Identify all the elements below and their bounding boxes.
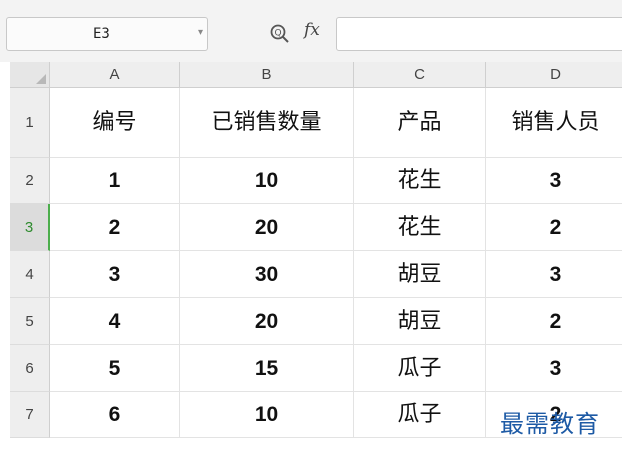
column-header-b[interactable]: B	[180, 62, 354, 88]
cell-d4[interactable]: 3	[486, 251, 622, 298]
select-all-corner[interactable]	[10, 62, 50, 88]
cell-b4[interactable]: 30	[180, 251, 354, 298]
cell-c7[interactable]: 瓜子	[354, 392, 486, 438]
row-header-1[interactable]: 1	[10, 88, 50, 158]
cell-a2[interactable]: 1	[50, 158, 180, 204]
cell-b2[interactable]: 10	[180, 158, 354, 204]
column-header-d[interactable]: D	[486, 62, 622, 88]
cell-a3[interactable]: 2	[50, 204, 180, 251]
cell-c3[interactable]: 花生	[354, 204, 486, 251]
cell-a7[interactable]: 6	[50, 392, 180, 438]
cell-c5[interactable]: 胡豆	[354, 298, 486, 345]
fx-icon[interactable]: fx	[304, 20, 320, 40]
row-header-5[interactable]: 5	[10, 298, 50, 345]
cell-b5[interactable]: 20	[180, 298, 354, 345]
cell-a4[interactable]: 3	[50, 251, 180, 298]
row-header-7[interactable]: 7	[10, 392, 50, 438]
svg-text:Q: Q	[274, 29, 281, 39]
row-header-3[interactable]: 3	[10, 204, 50, 251]
cell-a5[interactable]: 4	[50, 298, 180, 345]
cell-d6[interactable]: 3	[486, 345, 622, 392]
cell-b6[interactable]: 15	[180, 345, 354, 392]
cell-b1[interactable]: 已销售数量	[180, 88, 354, 158]
cell-b7[interactable]: 10	[180, 392, 354, 438]
cell-c6[interactable]: 瓜子	[354, 345, 486, 392]
row-header-4[interactable]: 4	[10, 251, 50, 298]
name-box[interactable]: E3 ▾	[6, 17, 208, 51]
cell-c4[interactable]: 胡豆	[354, 251, 486, 298]
cell-c1[interactable]: 产品	[354, 88, 486, 158]
cell-b3[interactable]: 20	[180, 204, 354, 251]
cell-a6[interactable]: 5	[50, 345, 180, 392]
cell-d2[interactable]: 3	[486, 158, 622, 204]
row-header-6[interactable]: 6	[10, 345, 50, 392]
zoom-icon[interactable]: Q	[268, 22, 292, 46]
formula-bar: E3 ▾ Q fx	[0, 0, 622, 62]
cell-c2[interactable]: 花生	[354, 158, 486, 204]
cell-d3[interactable]: 2	[486, 204, 622, 251]
row-header-2[interactable]: 2	[10, 158, 50, 204]
formula-input[interactable]	[336, 17, 622, 51]
column-header-c[interactable]: C	[354, 62, 486, 88]
name-box-value: E3	[93, 26, 110, 42]
cell-a1[interactable]: 编号	[50, 88, 180, 158]
watermark: 最需教育	[500, 410, 600, 438]
cell-d5[interactable]: 2	[486, 298, 622, 345]
column-header-a[interactable]: A	[50, 62, 180, 88]
chevron-down-icon[interactable]: ▾	[198, 27, 203, 38]
cell-d1[interactable]: 销售人员	[486, 88, 622, 158]
